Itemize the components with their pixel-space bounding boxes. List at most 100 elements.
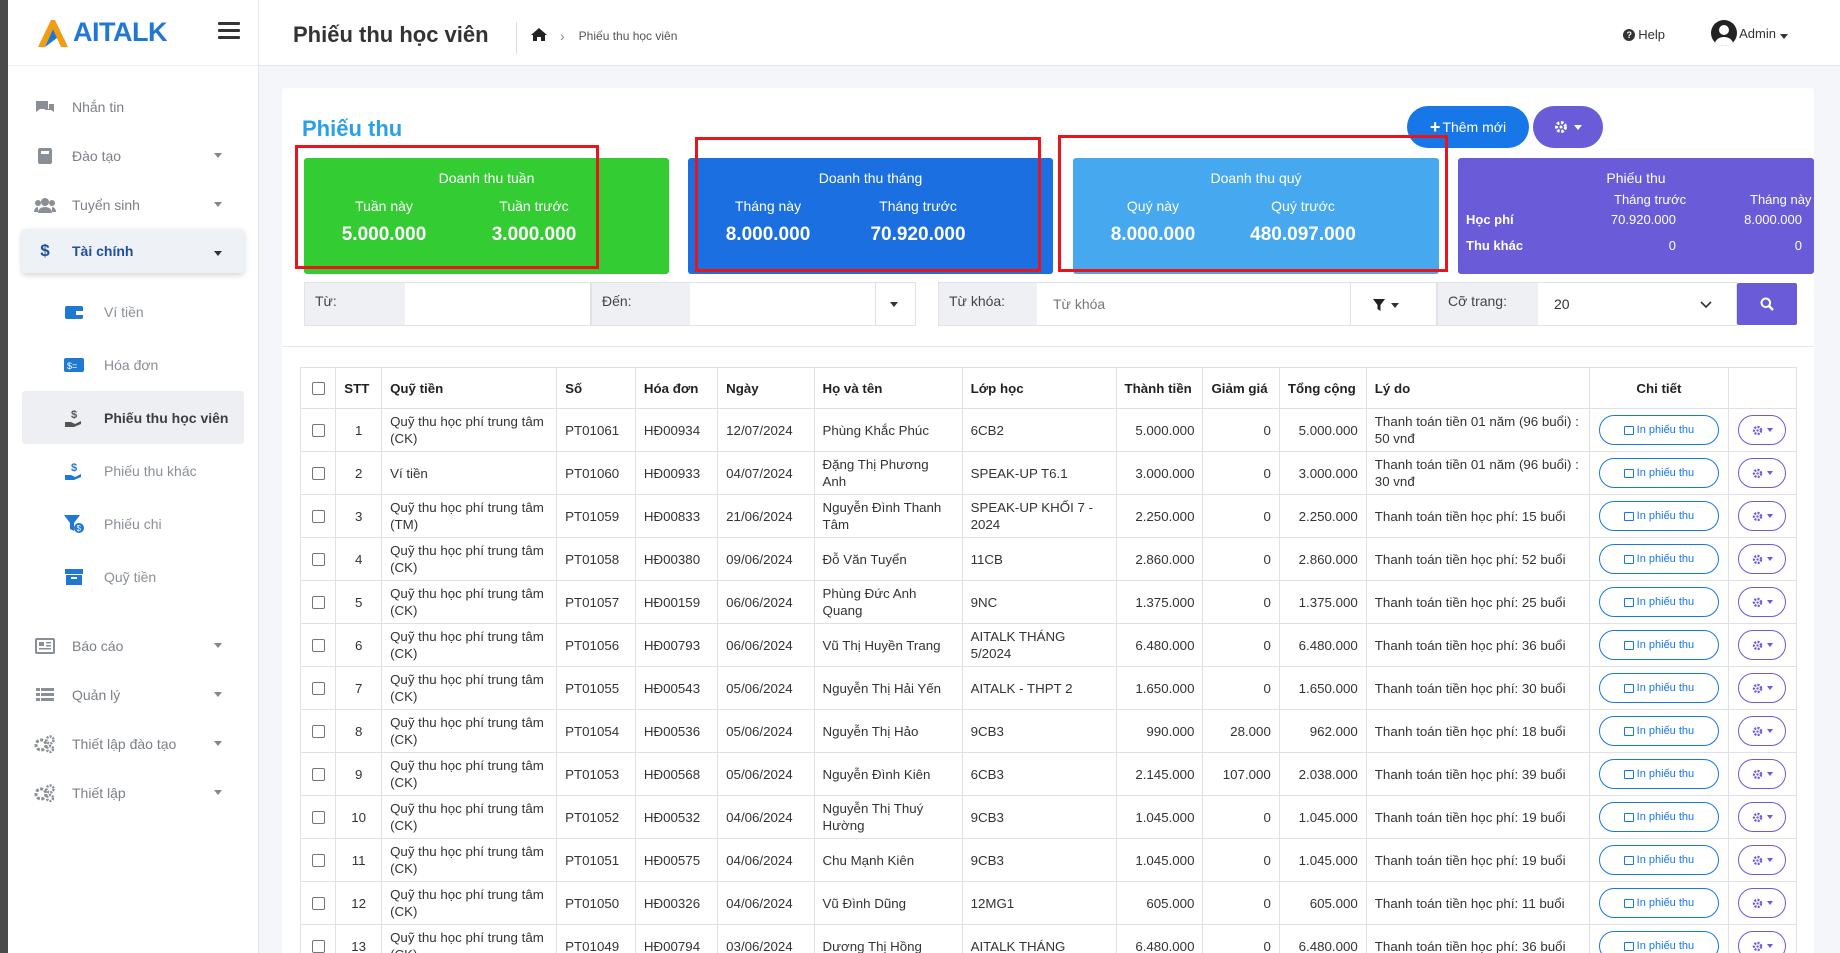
- cell-no: PT01053: [556, 752, 636, 796]
- user-menu[interactable]: Admin: [1711, 20, 1788, 46]
- menu-toggle-icon[interactable]: [218, 22, 240, 42]
- filter-dropdown[interactable]: [1351, 283, 1436, 325]
- sidebar-item-invoice[interactable]: $= Hóa đơn: [8, 338, 258, 391]
- print-receipt-button[interactable]: In phiếu thu: [1598, 544, 1719, 574]
- row-actions-button[interactable]: [1738, 845, 1787, 875]
- sidebar-item-reports[interactable]: Báo cáo: [8, 621, 258, 670]
- print-receipt-button[interactable]: In phiếu thu: [1598, 630, 1719, 660]
- stat-this-value: 8.000.000: [725, 224, 811, 245]
- cell-fund: Quỹ thu học phí trung tâm (CK): [381, 623, 558, 667]
- cell-class: AITALK THÁNG 5/2024: [961, 623, 1117, 667]
- print-receipt-button[interactable]: In phiếu thu: [1598, 415, 1719, 445]
- sidebar-item-funds[interactable]: Quỹ tiền: [8, 550, 258, 603]
- print-receipt-button[interactable]: In phiếu thu: [1598, 845, 1719, 875]
- sidebar-item-enrollment[interactable]: Tuyển sinh: [8, 180, 258, 229]
- row-checkbox[interactable]: [311, 467, 325, 481]
- cell-reason: Thanh toán tiền học phí: 36 buổi: [1365, 623, 1591, 667]
- row-actions-button[interactable]: [1738, 888, 1787, 918]
- home-icon[interactable]: [530, 27, 548, 45]
- row-actions-button[interactable]: [1738, 544, 1787, 574]
- cell-invoice: HĐ00933: [634, 451, 719, 495]
- print-receipt-button[interactable]: In phiếu thu: [1598, 587, 1719, 617]
- sidebar: AITALK Nhắn tin Đào tạo Tuyển sinh $ Tài…: [8, 0, 259, 953]
- sidebar-item-management[interactable]: Quản lý: [8, 670, 258, 719]
- brand-logo[interactable]: AITALK: [8, 0, 258, 66]
- cell-discount: 107.000: [1202, 752, 1280, 796]
- settings-dropdown-button[interactable]: [1533, 106, 1603, 148]
- row-actions-button[interactable]: [1738, 931, 1787, 953]
- row-actions-button[interactable]: [1738, 415, 1787, 445]
- cell-stt: 13: [335, 924, 383, 953]
- row-actions-button[interactable]: [1738, 673, 1787, 703]
- caret-down-icon: [1766, 729, 1773, 733]
- sidebar-item-other-receipts[interactable]: $ Phiếu thu khác: [8, 444, 258, 497]
- print-receipt-button[interactable]: In phiếu thu: [1598, 501, 1719, 531]
- print-receipt-button[interactable]: In phiếu thu: [1598, 673, 1719, 703]
- print-receipt-button[interactable]: In phiếu thu: [1598, 759, 1719, 789]
- gears-icon: [34, 783, 56, 802]
- sidebar-item-wallet[interactable]: Ví tiền: [8, 285, 258, 338]
- help-link[interactable]: ? Help: [1623, 27, 1665, 42]
- row-checkbox[interactable]: [311, 553, 325, 567]
- row-checkbox[interactable]: [311, 682, 325, 696]
- avatar: [1711, 20, 1738, 46]
- receipts-table: STT Quỹ tiền Số Hóa đơn Ngày Họ và tên L…: [299, 367, 1798, 953]
- row-actions-button[interactable]: [1738, 759, 1787, 789]
- cell-total: 6.480.000: [1278, 924, 1367, 953]
- cell-name: Vũ Thị Huyền Trang: [813, 623, 963, 667]
- to-date-input[interactable]: [690, 283, 876, 325]
- cell-no: PT01061: [556, 408, 636, 452]
- row-checkbox[interactable]: [311, 768, 325, 782]
- sidebar-item-settings[interactable]: Thiết lập: [8, 768, 258, 817]
- caret-down-icon: [1766, 471, 1773, 475]
- caret-down-icon: [1766, 858, 1773, 862]
- keyword-input[interactable]: Từ khóa: [1037, 283, 1351, 325]
- row-checkbox[interactable]: [311, 811, 325, 825]
- monthly-revenue-card: Doanh thu tháng Tháng này Tháng trước 8.…: [688, 158, 1053, 274]
- from-date-input[interactable]: [405, 283, 590, 325]
- row-checkbox[interactable]: [311, 596, 325, 610]
- row-actions-button[interactable]: [1738, 630, 1787, 660]
- print-receipt-button[interactable]: In phiếu thu: [1598, 716, 1719, 746]
- select-all-checkbox[interactable]: [311, 382, 325, 396]
- col-prev-month: Tháng trước: [1614, 192, 1687, 207]
- print-receipt-label: In phiếu thu: [1636, 896, 1695, 909]
- cell-class: AITALK THÁNG: [961, 924, 1117, 953]
- sidebar-item-student-receipts[interactable]: $ Phiếu thu học viên: [22, 391, 244, 444]
- search-button[interactable]: [1737, 283, 1797, 325]
- cell-invoice: HĐ00934: [634, 408, 719, 452]
- row-actions-button[interactable]: [1738, 716, 1787, 746]
- row-checkbox[interactable]: [311, 510, 325, 524]
- cell-class: 11CB: [961, 537, 1117, 581]
- sidebar-item-finance[interactable]: $ Tài chính: [22, 229, 244, 273]
- print-receipt-button[interactable]: In phiếu thu: [1598, 888, 1719, 918]
- cell-discount: 0: [1202, 580, 1280, 624]
- row-actions-button[interactable]: [1738, 587, 1787, 617]
- add-new-button[interactable]: + Thêm mới: [1407, 106, 1529, 148]
- page-size-select[interactable]: 20: [1538, 283, 1736, 325]
- row-checkbox[interactable]: [311, 725, 325, 739]
- row-actions-button[interactable]: [1738, 458, 1787, 488]
- print-receipt-button[interactable]: In phiếu thu: [1598, 802, 1719, 832]
- sidebar-item-training[interactable]: Đào tạo: [8, 131, 258, 180]
- cell-class: 9CB3: [961, 795, 1117, 839]
- row-checkbox[interactable]: [311, 940, 325, 953]
- print-receipt-button[interactable]: In phiếu thu: [1598, 458, 1719, 488]
- print-receipt-button[interactable]: In phiếu thu: [1598, 931, 1719, 953]
- cell-class: 9CB3: [961, 709, 1117, 753]
- cell-total: 1.650.000: [1278, 666, 1367, 710]
- row-checkbox[interactable]: [311, 424, 325, 438]
- keyword-label: Từ khóa:: [939, 283, 1037, 325]
- cell-reason: Thanh toán tiền học phí: 15 buổi: [1365, 494, 1591, 538]
- row-checkbox[interactable]: [311, 897, 325, 911]
- sidebar-item-payments[interactable]: $ Phiếu chi: [8, 497, 258, 550]
- row-checkbox[interactable]: [311, 854, 325, 868]
- to-date-dropdown[interactable]: [876, 283, 915, 325]
- row-actions-button[interactable]: [1738, 501, 1787, 531]
- cell-discount: 0: [1202, 451, 1280, 495]
- row-checkbox[interactable]: [311, 639, 325, 653]
- cell-stt: 11: [335, 838, 383, 882]
- sidebar-item-messages[interactable]: Nhắn tin: [8, 82, 258, 131]
- row-actions-button[interactable]: [1738, 802, 1787, 832]
- sidebar-item-training-settings[interactable]: Thiết lập đào tạo: [8, 719, 258, 768]
